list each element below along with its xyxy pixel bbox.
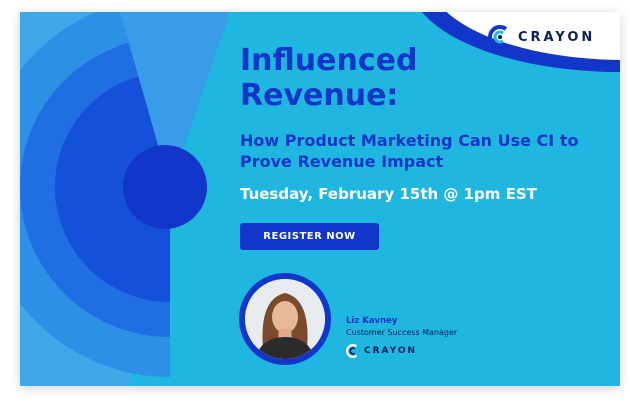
speaker-company-logo: CRAYON	[346, 343, 417, 359]
register-now-button[interactable]: REGISTER NOW	[240, 223, 379, 250]
crayon-logo-small-icon	[346, 344, 358, 358]
speaker-role: Customer Success Manager	[346, 328, 458, 337]
speaker-photo	[245, 279, 325, 359]
page-title: Influenced Revenue:	[240, 43, 418, 113]
speaker-company-wordmark: CRAYON	[364, 346, 418, 356]
speaker-avatar-ring	[239, 273, 331, 365]
page-subtitle: How Product Marketing Can Use CI to Prov…	[240, 131, 579, 171]
webinar-banner: CRAYON Influenced Revenue: How Product M…	[20, 12, 620, 386]
event-date: Tuesday, February 15th @ 1pm EST	[240, 185, 537, 203]
avatar	[245, 279, 325, 359]
face	[272, 301, 298, 333]
speaker-name: Liz Kavney	[346, 316, 398, 326]
